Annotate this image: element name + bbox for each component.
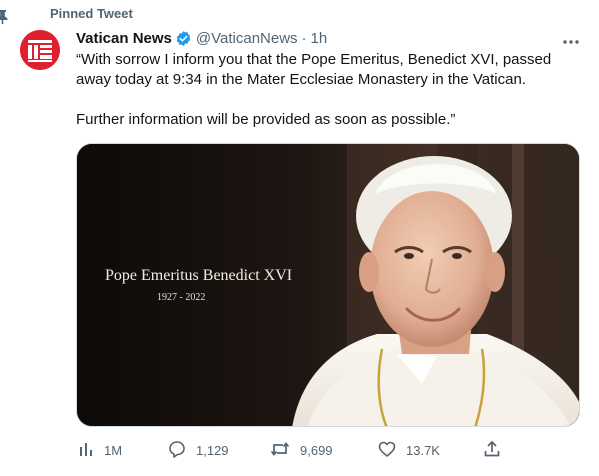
retweet-count: 9,699 [300, 442, 333, 458]
avatar[interactable] [20, 30, 60, 70]
header-separator: · [301, 29, 307, 47]
author-handle[interactable]: @VaticanNews [196, 30, 298, 47]
author-name[interactable]: Vatican News [76, 30, 172, 47]
views-count: 1M [104, 442, 123, 458]
reply-action[interactable]: 1,129 [168, 440, 229, 460]
verified-badge-icon [175, 30, 192, 47]
analytics-icon [78, 441, 94, 460]
heart-icon [378, 440, 396, 461]
share-action[interactable] [483, 440, 501, 460]
tweet-media-image[interactable]: Pope Emeritus Benedict XVI 1927 - 2022 [76, 143, 580, 427]
tweet-text: “With sorrow I inform you that the Pope … [76, 50, 566, 130]
retweet-action[interactable]: 9,699 [270, 440, 333, 460]
tweet-action-bar: 1M 1,129 9,699 13.7K [76, 440, 516, 460]
pope-portrait-image [77, 144, 579, 426]
tweet-timestamp[interactable]: 1h [311, 30, 328, 47]
tweet-text-paragraph-1: “With sorrow I inform you that the Pope … [76, 51, 552, 88]
retweet-icon [270, 440, 290, 461]
tweet-text-paragraph-2: Further information will be provided as … [76, 111, 456, 128]
tweet-header: Vatican News @VaticanNews · 1h [76, 28, 579, 48]
vatican-logo-icon [20, 30, 60, 70]
views-action[interactable]: 1M [78, 440, 122, 460]
like-count: 13.7K [406, 442, 440, 458]
pinned-tweet-label: Pinned Tweet [50, 6, 133, 21]
media-caption-years: 1927 - 2022 [157, 292, 206, 303]
pinned-label-text: Pinned Tweet [50, 6, 133, 21]
pin-icon [0, 9, 9, 30]
more-options-icon[interactable] [563, 32, 579, 49]
reply-count: 1,129 [196, 442, 229, 458]
share-icon [483, 440, 501, 461]
reply-icon [168, 440, 186, 461]
media-caption-title: Pope Emeritus Benedict XVI [105, 267, 293, 284]
like-action[interactable]: 13.7K [378, 440, 440, 460]
